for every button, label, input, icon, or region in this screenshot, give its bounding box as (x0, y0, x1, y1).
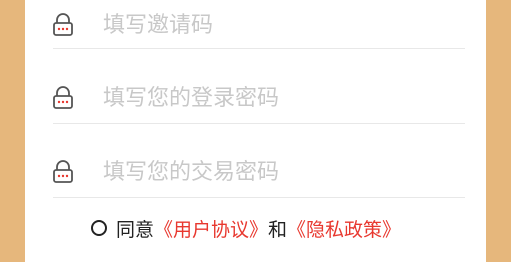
login-password-input[interactable] (103, 80, 453, 116)
form-card: 同意 《用户协议》 和 《隐私政策》 (25, 0, 486, 262)
trade-password-input[interactable] (103, 154, 453, 190)
divider (53, 123, 465, 124)
divider (53, 48, 465, 49)
agree-prefix: 同意 (116, 218, 155, 241)
divider (53, 197, 465, 198)
invite-code-field (53, 0, 465, 55)
agreement-row: 同意 《用户协议》 和 《隐私政策》 (91, 214, 401, 242)
lock-icon (53, 160, 73, 183)
privacy-policy-link[interactable]: 《隐私政策》 (287, 215, 401, 242)
invite-code-input[interactable] (103, 7, 453, 43)
trade-password-field (53, 142, 465, 202)
user-agreement-link[interactable]: 《用户协议》 (154, 215, 268, 242)
agree-radio[interactable] (91, 220, 107, 236)
agree-connector: 和 (268, 218, 288, 241)
lock-icon (53, 86, 73, 109)
lock-icon (53, 13, 73, 36)
login-password-field (53, 68, 465, 128)
